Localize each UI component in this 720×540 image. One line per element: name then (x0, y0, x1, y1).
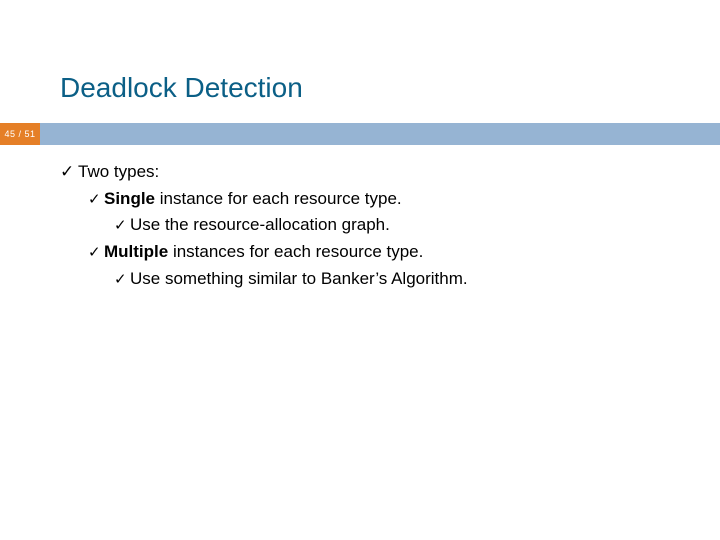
bullet-text: Two types: (78, 162, 159, 181)
slide-body: Two types: Single instance for each reso… (60, 160, 680, 293)
check-icon (88, 189, 104, 211)
bullet-text-bold: Single (104, 189, 155, 208)
accent-bar (40, 123, 720, 145)
bullet-level-3: Use something similar to Banker’s Algori… (60, 267, 680, 292)
slide-title: Deadlock Detection (60, 72, 303, 104)
check-icon (88, 242, 104, 264)
check-icon (114, 269, 130, 291)
bullet-level-1: Two types: (60, 160, 680, 185)
slide: Deadlock Detection 45 / 51 Two types: Si… (0, 0, 720, 540)
bullet-level-3: Use the resource-allocation graph. (60, 213, 680, 238)
bullet-text: Use something similar to Banker’s Algori… (130, 269, 468, 288)
bullet-level-2: Single instance for each resource type. (60, 187, 680, 212)
bullet-text: instances for each resource type. (168, 242, 423, 261)
bullet-level-2: Multiple instances for each resource typ… (60, 240, 680, 265)
check-icon (60, 160, 78, 185)
bullet-text: Use the resource-allocation graph. (130, 215, 390, 234)
check-icon (114, 215, 130, 237)
page-number-badge: 45 / 51 (0, 123, 40, 145)
bullet-text: instance for each resource type. (155, 189, 402, 208)
bullet-text-bold: Multiple (104, 242, 168, 261)
